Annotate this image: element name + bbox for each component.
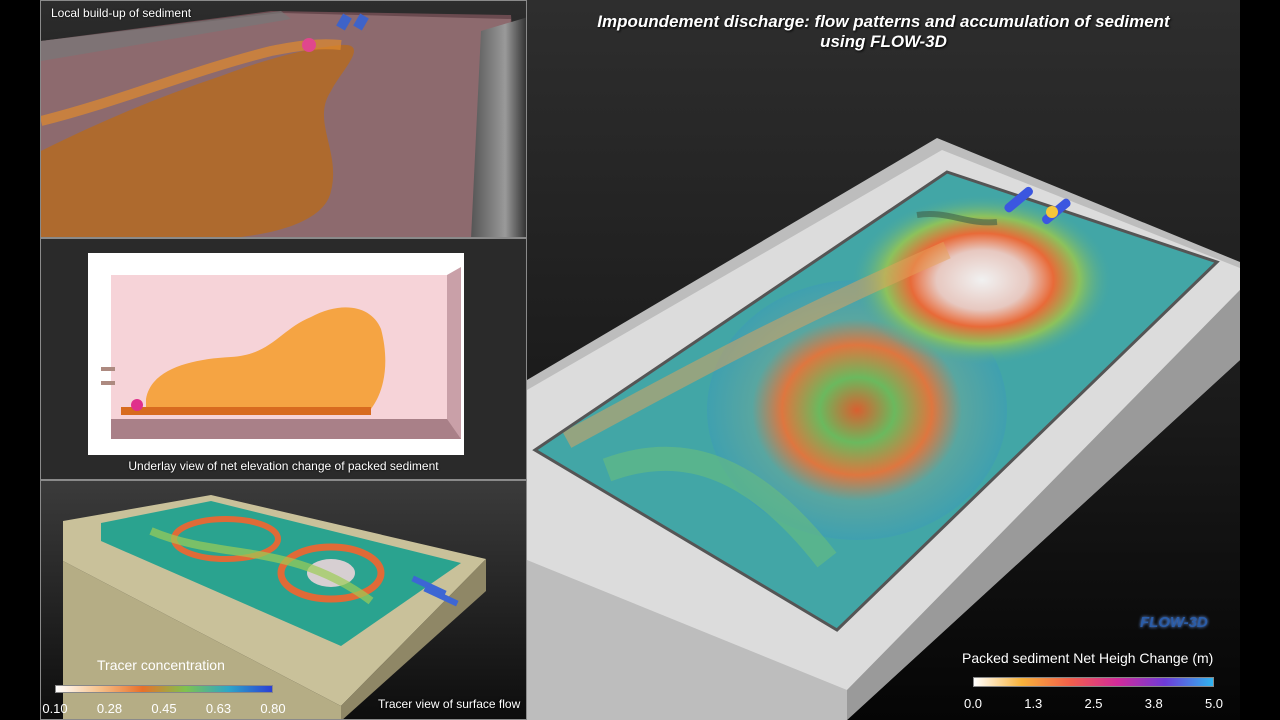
sediment-colorbar-title: Packed sediment Net Heigh Change (m) bbox=[962, 650, 1214, 666]
colorbar-tick-label: 0.0 bbox=[963, 696, 983, 711]
sediment-3d-closeup bbox=[41, 11, 526, 237]
sediment-plan-view bbox=[88, 253, 464, 455]
colorbar-tick-label: 0.80 bbox=[260, 701, 286, 716]
colorbar-tick-label: 2.5 bbox=[1084, 696, 1103, 711]
colorbar-tick-label: 0.28 bbox=[96, 701, 123, 716]
panel-label-underlay: Underlay view of net elevation change of… bbox=[128, 459, 439, 473]
colorbar-tick-label: 1.3 bbox=[1024, 696, 1043, 711]
panel-main-view: Impoundement discharge: flow patterns an… bbox=[527, 0, 1240, 720]
video-frame: Local build-up of sediment Underlay view… bbox=[40, 0, 1240, 720]
colorbar-tick-label: 0.45 bbox=[151, 701, 177, 716]
flow3d-logo: FLOW-3D bbox=[1140, 614, 1208, 631]
panel-label-local-buildup: Local build-up of sediment bbox=[51, 6, 192, 20]
panel-tracer-view: Tracer concentration Tracer view of surf… bbox=[40, 480, 527, 720]
panel-underlay-view: Underlay view of net elevation change of… bbox=[40, 238, 527, 480]
colorbar-tick-label: 5.0 bbox=[1204, 696, 1224, 711]
panel-local-buildup: Local build-up of sediment bbox=[40, 0, 527, 238]
colorbar-tick-label: 0.63 bbox=[205, 701, 232, 716]
tracer-colorbar-title: Tracer concentration bbox=[97, 657, 225, 673]
colorbar-tick-label: 3.8 bbox=[1144, 696, 1163, 711]
panel-label-tracer: Tracer view of surface flow bbox=[378, 697, 521, 711]
sediment-3d-main-view bbox=[527, 138, 1240, 720]
colorbar-tick-label: 0.10 bbox=[42, 701, 68, 716]
sediment-colorbar bbox=[973, 677, 1214, 687]
tracer-colorbar bbox=[55, 685, 273, 693]
